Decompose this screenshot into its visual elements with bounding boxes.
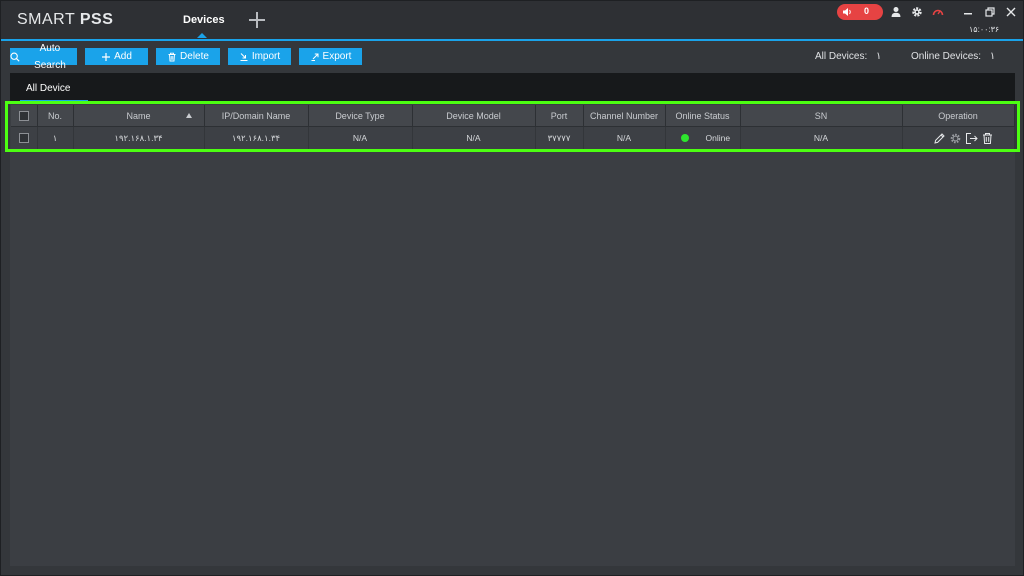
trash-icon <box>168 52 176 61</box>
close-icon[interactable] <box>1004 5 1018 19</box>
restore-icon[interactable] <box>983 5 997 19</box>
logo-text-bold: PSS <box>79 11 114 28</box>
auto-search-label: Auto Search <box>34 42 66 71</box>
speaker-icon <box>843 8 851 16</box>
all-devices-label: All Devices: <box>815 51 868 62</box>
add-label: Add <box>114 51 132 62</box>
export-icon <box>311 53 319 61</box>
import-label: Import <box>251 51 281 62</box>
delete-label: Delete <box>180 51 209 62</box>
plus-icon <box>102 52 111 61</box>
tab-devices-label: Devices <box>183 14 225 26</box>
clock: ۱۵:۰۰:۳۶ <box>969 25 1000 34</box>
add-tab-button[interactable] <box>247 10 267 30</box>
add-button[interactable]: Add <box>85 48 148 65</box>
tab-all-device[interactable]: All Device <box>26 83 70 94</box>
speedometer-icon[interactable] <box>932 6 944 18</box>
online-devices-stat: Online Devices: ۱ <box>911 51 995 62</box>
import-icon <box>240 52 248 61</box>
all-devices-stat: All Devices: ۱ <box>815 51 881 62</box>
logo-text: SMART <box>17 11 80 28</box>
highlight-frame <box>5 101 1020 152</box>
alarm-count: 0 <box>864 6 870 16</box>
tab-devices[interactable]: Devices <box>173 1 231 39</box>
import-button[interactable]: Import <box>228 48 291 65</box>
online-devices-label: Online Devices: <box>911 51 982 62</box>
device-list-area <box>10 101 1015 566</box>
export-button[interactable]: Export <box>299 48 362 65</box>
alarm-badge[interactable]: 0 <box>837 4 883 20</box>
gear-icon[interactable] <box>911 6 923 18</box>
export-label: Export <box>322 51 352 62</box>
app-logo: SMART PSS <box>17 11 113 29</box>
tab-active-indicator <box>197 33 207 38</box>
online-devices-count: ۱ <box>989 51 996 62</box>
all-devices-count: ۱ <box>876 51 882 62</box>
auto-search-button[interactable]: Auto Search <box>10 43 77 71</box>
user-icon[interactable] <box>890 6 902 18</box>
minimize-icon[interactable] <box>961 5 975 19</box>
device-group-tabs: All Device <box>10 73 1015 102</box>
search-icon <box>10 52 20 62</box>
smart-pss-window: SMART PSS Devices 0 ۱۵:۰۰:۳۶ Auto Search… <box>0 0 1024 576</box>
title-bar: SMART PSS Devices 0 ۱۵:۰۰:۳۶ <box>1 1 1023 41</box>
delete-button[interactable]: Delete <box>156 48 220 65</box>
